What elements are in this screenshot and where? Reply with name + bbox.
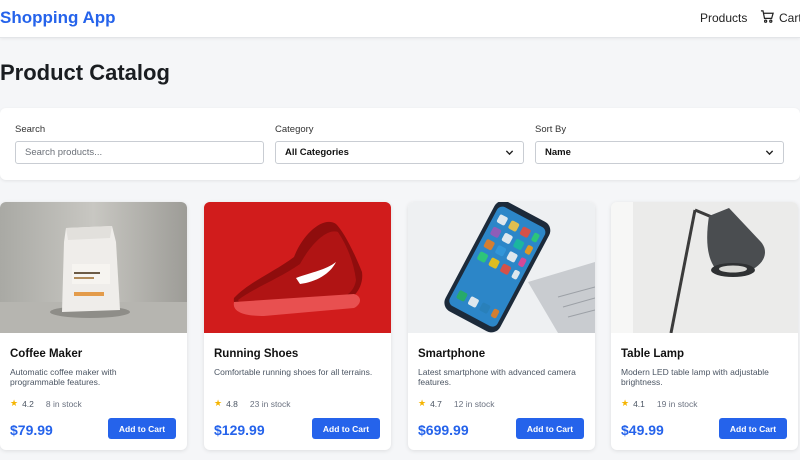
nav-link-products[interactable]: Products [700, 11, 747, 25]
product-price: $699.99 [418, 422, 469, 438]
sort-label: Sort By [535, 124, 567, 135]
product-description: Automatic coffee maker with programmable… [10, 367, 117, 387]
product-card-smartphone[interactable]: Smartphone Latest smartphone with advanc… [408, 202, 595, 450]
product-description: Comfortable running shoes for all terrai… [214, 367, 373, 377]
search-input[interactable] [15, 141, 264, 164]
product-stock: 19 in stock [656, 398, 698, 409]
search-field: Search [15, 124, 264, 164]
brand-logo[interactable]: Shopping App [0, 8, 116, 28]
product-meta: ★ 4.7 12 in stock [418, 398, 495, 409]
product-meta: ★ 4.1 19 in stock [621, 398, 698, 409]
star-icon: ★ [214, 398, 223, 408]
search-label: Search [15, 124, 46, 135]
product-meta: ★ 4.8 23 in stock [214, 398, 291, 409]
product-rating: 4.7 [430, 398, 442, 409]
add-to-cart-button[interactable]: Add to Cart [719, 418, 787, 439]
add-to-cart-button[interactable]: Add to Cart [108, 418, 176, 439]
product-name[interactable]: Table Lamp [621, 348, 684, 360]
product-price: $49.99 [621, 422, 664, 438]
top-navbar: Shopping App Products Cart [0, 0, 800, 38]
smartphone-image[interactable] [408, 202, 595, 333]
product-rating: 4.2 [22, 398, 34, 409]
filter-panel: Search Category All Categories Sort By N… [0, 108, 800, 180]
category-field: Category All Categories [275, 124, 524, 164]
red-sneaker-image[interactable] [204, 202, 391, 333]
category-select-value: All Categories [285, 147, 349, 158]
product-stock: 8 in stock [45, 398, 82, 409]
nav-link-cart[interactable]: Cart [760, 9, 800, 27]
product-price: $129.99 [214, 422, 265, 438]
add-to-cart-button[interactable]: Add to Cart [312, 418, 380, 439]
star-icon: ★ [418, 398, 427, 408]
product-card-running-shoes[interactable]: Running Shoes Comfortable running shoes … [204, 202, 391, 450]
product-stock: 12 in stock [453, 398, 495, 409]
product-meta: ★ 4.2 8 in stock [10, 398, 82, 409]
page-title: Product Catalog [0, 60, 170, 85]
sort-field: Sort By Name [535, 124, 784, 164]
product-rating: 4.1 [633, 398, 645, 409]
product-card-table-lamp[interactable]: Table Lamp Modern LED table lamp with ad… [611, 202, 798, 450]
sort-select[interactable]: Name [535, 141, 784, 164]
product-description: Modern LED table lamp with adjustable br… [621, 367, 769, 387]
star-icon: ★ [10, 398, 19, 408]
product-name[interactable]: Smartphone [418, 348, 485, 360]
sort-select-value: Name [545, 147, 571, 158]
desk-lamp-image[interactable] [611, 202, 798, 333]
product-description: Latest smartphone with advanced camera f… [418, 367, 576, 387]
cart-icon [760, 9, 775, 27]
product-name[interactable]: Coffee Maker [10, 348, 82, 360]
product-card-coffee-maker[interactable]: Coffee Maker Automatic coffee maker with… [0, 202, 187, 450]
product-rating: 4.8 [226, 398, 238, 409]
product-stock: 23 in stock [249, 398, 291, 409]
star-icon: ★ [621, 398, 630, 408]
nav-cart-label: Cart [779, 11, 800, 25]
chevron-down-icon [505, 150, 514, 156]
category-label: Category [275, 124, 314, 135]
product-price: $79.99 [10, 422, 53, 438]
add-to-cart-button[interactable]: Add to Cart [516, 418, 584, 439]
coffee-bag-image[interactable] [0, 202, 187, 333]
chevron-down-icon [765, 150, 774, 156]
product-name[interactable]: Running Shoes [214, 348, 298, 360]
category-select[interactable]: All Categories [275, 141, 524, 164]
